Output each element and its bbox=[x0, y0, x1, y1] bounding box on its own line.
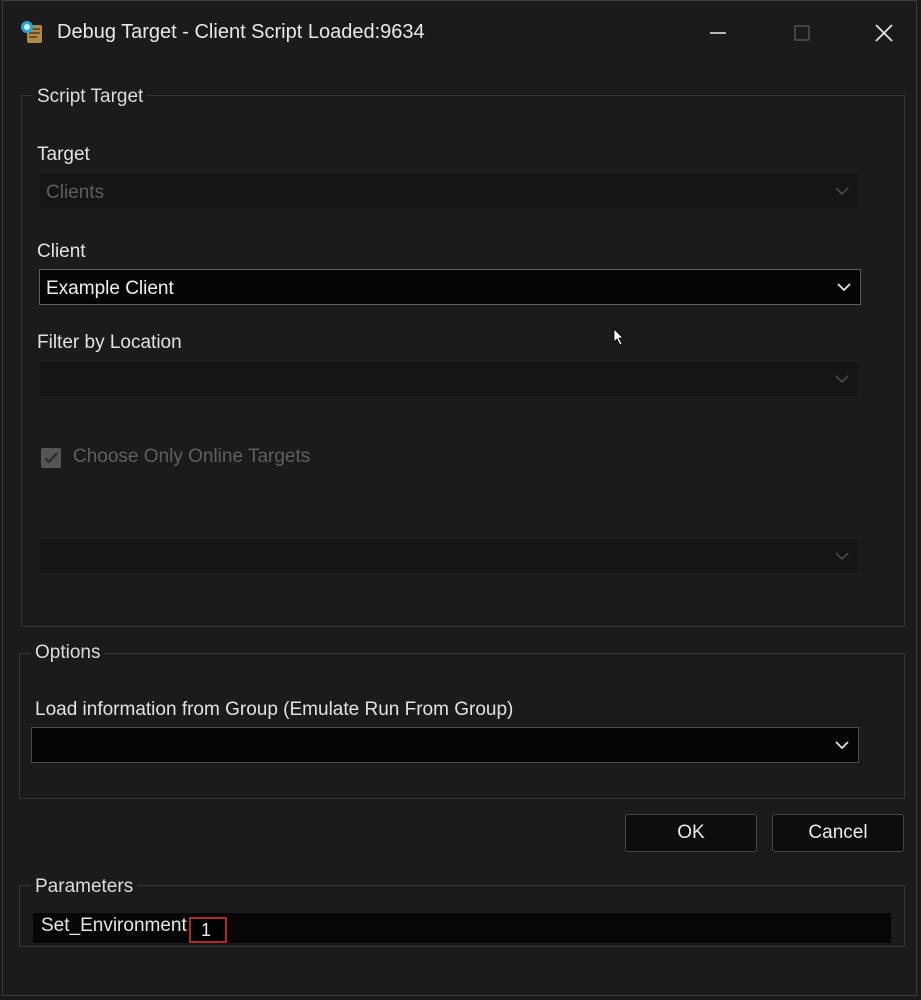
extra-target-combo bbox=[39, 538, 859, 574]
checkmark-icon bbox=[44, 452, 58, 464]
cancel-button[interactable]: Cancel bbox=[772, 814, 904, 852]
location-label: Filter by Location bbox=[37, 332, 182, 353]
target-combo: Clients bbox=[39, 173, 859, 209]
close-icon[interactable] bbox=[861, 13, 907, 53]
parameter-row: Set_Environment 1 bbox=[33, 913, 891, 943]
group-combo[interactable] bbox=[31, 727, 859, 763]
ok-button[interactable]: OK bbox=[625, 814, 757, 852]
script-target-legend: Script Target bbox=[33, 86, 148, 108]
app-icon bbox=[19, 19, 47, 47]
client-combo[interactable]: Example Client bbox=[39, 269, 861, 305]
minimize-icon[interactable] bbox=[695, 13, 741, 53]
parameter-name: Set_Environment bbox=[41, 915, 187, 936]
maximize-icon[interactable] bbox=[779, 13, 825, 53]
chevron-down-icon bbox=[835, 552, 849, 561]
options-legend: Options bbox=[31, 642, 105, 664]
client-combo-value: Example Client bbox=[46, 278, 174, 299]
chevron-down-icon bbox=[835, 375, 849, 384]
target-combo-value: Clients bbox=[46, 182, 105, 203]
chevron-down-icon bbox=[835, 187, 849, 196]
debug-target-window: Debug Target - Client Script Loaded:9634… bbox=[2, 0, 917, 996]
group-label: Load information from Group (Emulate Run… bbox=[35, 699, 514, 720]
chevron-down-icon[interactable] bbox=[836, 281, 852, 293]
window-title: Debug Target - Client Script Loaded:9634 bbox=[57, 21, 425, 43]
mouse-cursor-icon bbox=[613, 328, 624, 346]
online-targets-checkbox bbox=[41, 448, 61, 468]
parameter-value-input[interactable]: 1 bbox=[189, 917, 227, 943]
location-combo bbox=[39, 361, 859, 397]
target-label: Target bbox=[37, 144, 90, 165]
parameters-legend: Parameters bbox=[31, 876, 138, 898]
title-bar: Debug Target - Client Script Loaded:9634 bbox=[3, 1, 916, 65]
client-label: Client bbox=[37, 241, 86, 262]
options-group bbox=[19, 653, 905, 799]
online-targets-label: Choose Only Online Targets bbox=[73, 446, 311, 467]
chevron-down-icon[interactable] bbox=[834, 739, 850, 751]
